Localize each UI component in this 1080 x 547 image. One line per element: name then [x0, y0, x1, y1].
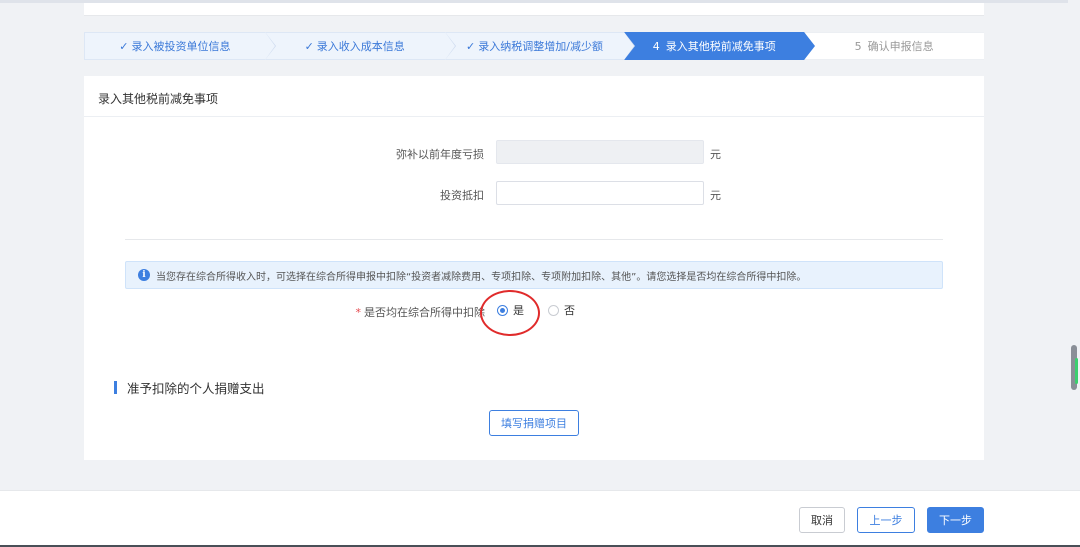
unit-label: 元 — [710, 148, 721, 161]
cancel-button[interactable]: 取消 — [799, 507, 845, 533]
investment-deduction-label: 投资抵扣 — [440, 189, 484, 202]
info-icon: i — [138, 269, 150, 281]
donation-section-header: 准予扣除的个人捐赠支出 — [114, 380, 265, 396]
card-title-divider — [84, 116, 984, 117]
radio-yes[interactable]: 是 — [497, 302, 524, 318]
previous-step-button[interactable]: 上一步 — [857, 507, 915, 533]
step-label: 确认申报信息 — [867, 40, 934, 53]
step-number: 5 — [854, 39, 862, 53]
radio-no[interactable]: 否 — [548, 302, 575, 318]
step-number: 4 — [652, 39, 660, 53]
unit-label: 元 — [710, 189, 721, 202]
loss-offset-row: 弥补以前年度亏损 元 — [84, 140, 984, 166]
radio-question-text: 是否均在综合所得中扣除 — [364, 306, 485, 319]
step-label: 录入被投资单位信息 — [131, 40, 231, 53]
step-5: 5 确认申报信息 — [804, 32, 984, 60]
check-icon: ✓ — [119, 39, 129, 53]
investment-deduction-input[interactable] — [496, 181, 704, 205]
step-label: 录入其他税前减免事项 — [665, 40, 776, 53]
step-4-current: 4 录入其他税前减免事项 — [624, 32, 816, 60]
radio-question-label: * 是否均在综合所得中扣除 — [356, 304, 486, 320]
scrollbar-track[interactable] — [1068, 0, 1080, 490]
check-icon: ✓ — [466, 39, 476, 53]
check-icon: ✓ — [304, 39, 314, 53]
step-label: 录入纳税调整增加/减少额 — [478, 40, 603, 53]
step-arrow — [804, 32, 815, 60]
loss-offset-input — [496, 140, 704, 164]
step-progress-bar: ✓ 录入被投资单位信息 ✓ 录入收入成本信息 ✓ 录入纳税调整增加/减少额 4 … — [84, 32, 984, 60]
radio-yes-label: 是 — [513, 304, 524, 317]
radio-no-label: 否 — [564, 304, 575, 317]
deduction-form-card: 录入其他税前减免事项 弥补以前年度亏损 元 投资抵扣 元 i 当您存在综合所得收… — [84, 76, 984, 460]
next-step-button[interactable]: 下一步 — [927, 507, 984, 533]
step-arrow — [264, 32, 275, 60]
loss-offset-label: 弥补以前年度亏损 — [396, 148, 484, 161]
previous-card-edge — [84, 3, 984, 16]
info-notice: i 当您存在综合所得收入时，可选择在综合所得申报中扣除“投资者减除费用、专项扣除… — [125, 261, 943, 289]
step-arrow — [444, 32, 455, 60]
section-accent-bar — [114, 380, 117, 394]
investment-deduction-row: 投资抵扣 元 — [84, 181, 984, 207]
donation-section-title: 准予扣除的个人捐赠支出 — [127, 380, 265, 396]
notice-text: 当您存在综合所得收入时，可选择在综合所得申报中扣除“投资者减除费用、专项扣除、专… — [156, 271, 807, 283]
radio-checked-icon — [497, 304, 508, 316]
card-title: 录入其他税前减免事项 — [98, 92, 219, 106]
step-1[interactable]: ✓ 录入被投资单位信息 — [84, 32, 276, 60]
fill-donation-button[interactable]: 填写捐赠项目 — [489, 410, 579, 436]
comprehensive-deduction-radio-group: * 是否均在综合所得中扣除 是 否 — [84, 300, 984, 320]
required-asterisk: * — [355, 306, 362, 319]
footer-action-bar: 取消 上一步 下一步 — [0, 490, 1080, 547]
step-3[interactable]: ✓ 录入纳税调整增加/减少额 — [444, 32, 636, 60]
step-arrow — [624, 32, 635, 60]
section-divider — [125, 239, 943, 240]
step-2[interactable]: ✓ 录入收入成本信息 — [264, 32, 456, 60]
radio-unchecked-icon — [548, 304, 559, 316]
step-label: 录入收入成本信息 — [316, 40, 405, 53]
scrollbar-accent — [1075, 358, 1078, 384]
